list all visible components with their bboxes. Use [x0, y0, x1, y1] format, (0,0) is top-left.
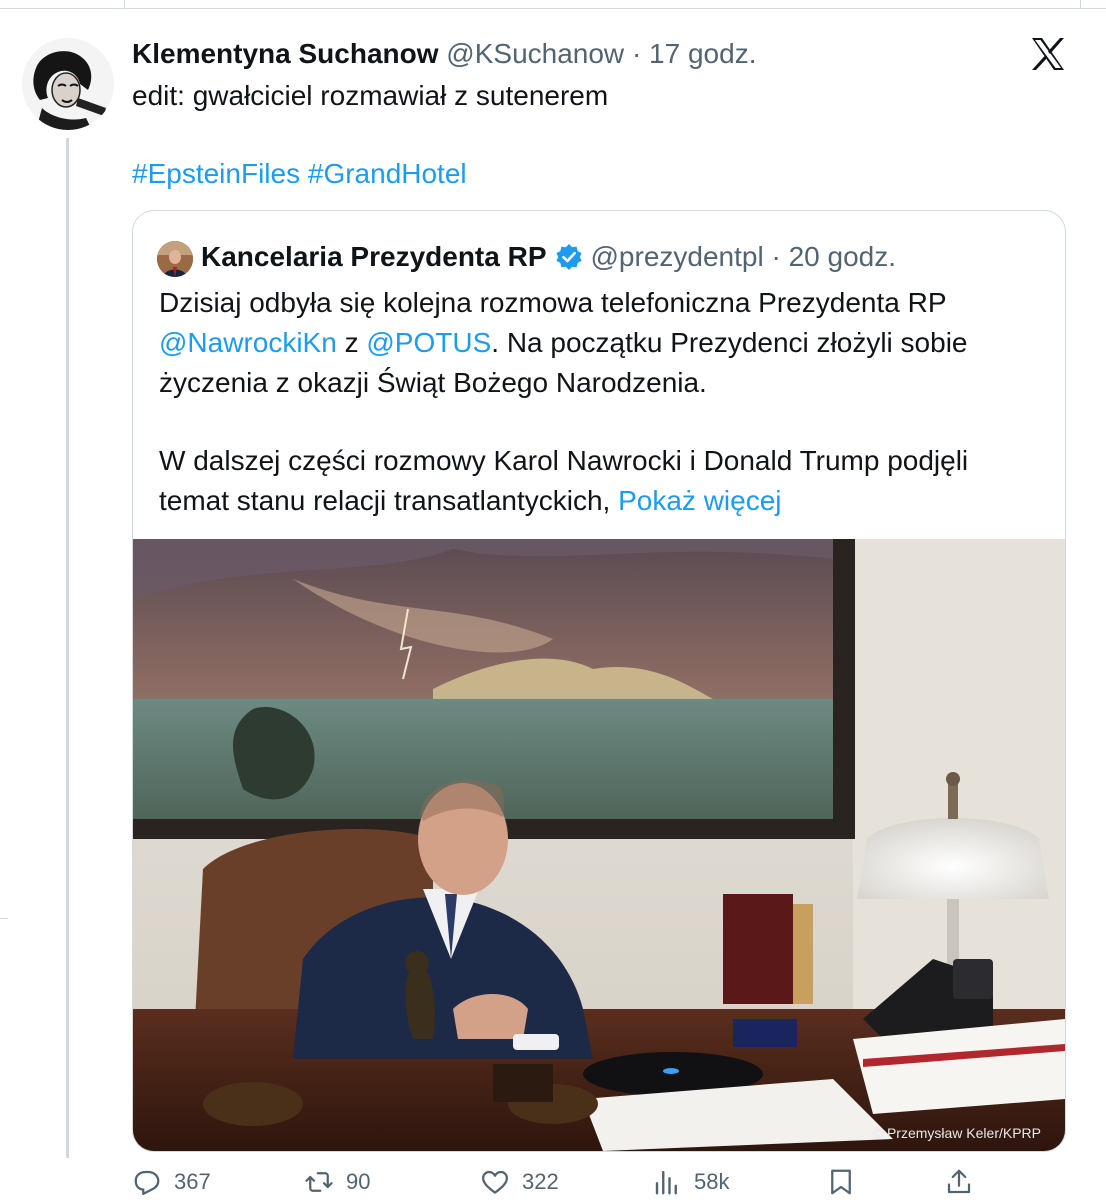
mention-link[interactable]: @NawrockiKn	[159, 327, 337, 358]
tweet-action-bar: 367 90 322 58k	[132, 1164, 1072, 1200]
text-line: W dalszej części rozmowy Karol Nawrocki …	[159, 445, 969, 476]
quoted-author-avatar[interactable]	[157, 241, 193, 277]
text-fragment: . Na początku Prezydenci złożyli sobie	[491, 327, 968, 358]
hashtag-list: #EpsteinFiles #GrandHotel	[132, 154, 467, 194]
text-line: @NawrockiKn z @POTUS. Na początku Prezyd…	[159, 323, 1039, 363]
author-avatar[interactable]	[22, 38, 114, 130]
profile-photo-icon	[157, 241, 193, 277]
bookmark-button[interactable]	[826, 1164, 868, 1200]
views-chart-icon	[655, 1170, 677, 1195]
frame-divider	[124, 0, 125, 8]
window-frame-top	[0, 0, 1106, 9]
mention-link[interactable]: @POTUS	[366, 327, 491, 358]
frame-divider	[1080, 0, 1081, 8]
views-button[interactable]: 58k	[652, 1164, 729, 1200]
profile-photo-icon	[22, 38, 114, 130]
x-logo-icon[interactable]	[1028, 34, 1068, 74]
bookmark-icon	[831, 1169, 851, 1195]
meta-separator: ·	[771, 241, 781, 272]
thread-connector	[66, 138, 69, 1158]
quoted-tweet-timestamp[interactable]: 20 godz.	[789, 241, 896, 272]
show-more-link[interactable]: Pokaż więcej	[618, 485, 781, 516]
text-fragment: temat stanu relacji transatlantyckich,	[159, 485, 611, 516]
verified-badge-icon	[555, 244, 582, 270]
reply-icon	[134, 1170, 160, 1195]
repost-button[interactable]: 90	[304, 1164, 370, 1200]
author-handle[interactable]: @KSuchanow	[446, 38, 624, 69]
hashtag-link[interactable]: #EpsteinFiles	[132, 158, 300, 189]
quoted-author-handle[interactable]: @prezydentpl	[591, 241, 764, 272]
author-name[interactable]: Klementyna Suchanow	[132, 38, 439, 69]
text-line: temat stanu relacji transatlantyckich, P…	[159, 481, 1039, 521]
repost-icon	[305, 1172, 333, 1192]
like-button[interactable]: 322	[480, 1164, 559, 1200]
repost-count: 90	[346, 1169, 371, 1194]
text-line: życzenia z okazji Świąt Bożego Narodzeni…	[159, 367, 707, 398]
share-button[interactable]	[944, 1164, 986, 1200]
quoted-tweet-photo[interactable]: © Przemysław Keler/KPRP	[133, 539, 1065, 1151]
text-fragment: z	[344, 327, 359, 358]
meta-separator: ·	[631, 38, 642, 69]
quoted-tweet-text: Dzisiaj odbyła się kolejna rozmowa telef…	[159, 283, 1039, 521]
reply-count: 367	[174, 1169, 211, 1194]
quoted-tweet-header: Kancelaria Prezydenta RP @prezydentpl · …	[201, 235, 896, 279]
reply-button[interactable]: 367	[132, 1164, 211, 1200]
like-count: 322	[522, 1169, 559, 1194]
share-icon	[947, 1169, 971, 1194]
quoted-author-name[interactable]: Kancelaria Prezydenta RP	[201, 241, 547, 272]
text-line: Dzisiaj odbyła się kolejna rozmowa telef…	[159, 287, 947, 318]
tweet-header: Klementyna Suchanow @KSuchanow · 17 godz…	[132, 34, 756, 74]
tweet-text: edit: gwałciciel rozmawiał z sutenerem	[132, 80, 609, 111]
photo-image	[133, 539, 1065, 1151]
views-count: 58k	[694, 1169, 730, 1194]
frame-divider	[0, 918, 8, 919]
heart-icon	[482, 1170, 508, 1194]
quoted-tweet-card[interactable]: Kancelaria Prezydenta RP @prezydentpl · …	[132, 210, 1066, 1152]
tweet-timestamp[interactable]: 17 godz.	[649, 38, 756, 69]
photo-credit: © Przemysław Keler/KPRP	[872, 1125, 1041, 1141]
hashtag-link[interactable]: #GrandHotel	[308, 158, 467, 189]
